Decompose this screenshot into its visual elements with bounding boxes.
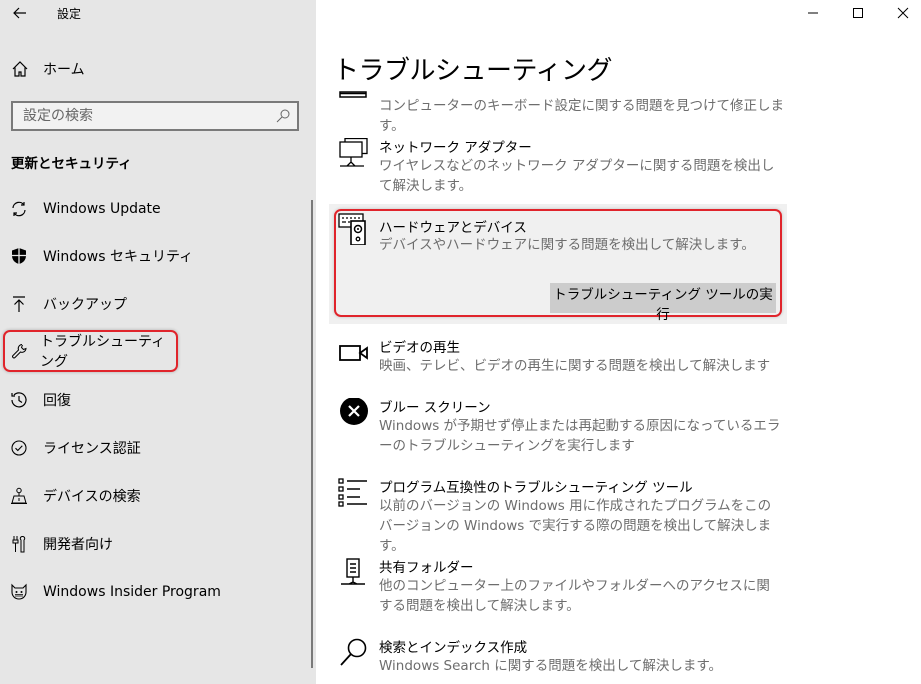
sidebar-item-backup[interactable]: バックアップ: [10, 291, 127, 317]
insider-cat-icon: [10, 583, 28, 601]
sidebar-item-find-device[interactable]: デバイスの検索: [10, 483, 141, 509]
sidebar-item-insider[interactable]: Windows Insider Program: [10, 579, 221, 605]
troubleshooter-title: ブルー スクリーン: [379, 400, 491, 416]
error-x-circle-icon: [338, 397, 370, 430]
troubleshooter-title: ビデオの再生: [379, 340, 460, 356]
troubleshooter-description: コンピューターのキーボード設定に関する問題を見つけて修正します。: [379, 98, 784, 134]
troubleshooter-description: デバイスやハードウェアに関する問題を検出して解決します。: [379, 237, 755, 253]
backup-arrow-icon: [10, 295, 28, 313]
troubleshooter-description: Windows Search に関する問題を検出して解決します。: [379, 658, 722, 674]
section-heading: 更新とセキュリティ: [11, 156, 132, 172]
program-list-icon: [338, 478, 370, 510]
developer-tools-icon: [10, 535, 28, 553]
sidebar-item-label: バックアップ: [43, 297, 127, 313]
close-icon: [897, 7, 909, 19]
hardware-devices-icon: [338, 213, 370, 246]
wrench-icon: [11, 342, 29, 360]
keyboard-icon: [338, 85, 370, 117]
close-button[interactable]: [880, 0, 921, 26]
home-icon: [10, 59, 30, 79]
find-device-icon: [10, 487, 28, 505]
network-adapter-icon: [338, 137, 370, 170]
back-arrow-icon: [13, 7, 26, 19]
app-title: 設定: [57, 7, 82, 21]
sidebar-item-recovery[interactable]: 回復: [10, 387, 71, 413]
troubleshooter-program-compatibility[interactable]: プログラム互換性のトラブルシューティング ツール 以前のバージョンの Windo…: [336, 476, 786, 554]
run-troubleshooter-button[interactable]: トラブルシューティング ツールの実行: [550, 283, 776, 323]
search-icon: [338, 638, 370, 670]
troubleshooter-network-adapter[interactable]: ネットワーク アダプター ワイヤレスなどのネットワーク アダプターに関する問題を…: [336, 136, 786, 196]
check-circle-icon: [10, 439, 28, 457]
home-label: ホーム: [43, 62, 85, 78]
video-camera-icon: [338, 338, 370, 370]
troubleshooter-description: ワイヤレスなどのネットワーク アダプターに関する問題を検出して解決します。: [379, 158, 775, 194]
troubleshooter-shared-folders[interactable]: 共有フォルダー 他のコンピューター上のファイルやフォルダーへのアクセスに関する問…: [336, 556, 786, 616]
troubleshooter-description: 映画、テレビ、ビデオの再生に関する問題を検出して解決します: [379, 358, 771, 374]
troubleshooter-video-playback[interactable]: ビデオの再生 映画、テレビ、ビデオの再生に関する問題を検出して解決します: [336, 336, 786, 376]
minimize-icon: [808, 12, 818, 14]
sync-icon: [10, 200, 28, 218]
troubleshooter-title: 検索とインデックス作成: [379, 640, 528, 656]
recovery-history-icon: [10, 391, 28, 409]
sidebar: 設定 ホーム 更新とセキュリティ Windows Update Windows …: [0, 0, 316, 684]
sidebar-item-label: 開発者向け: [43, 537, 113, 553]
sidebar-item-label: Windows Update: [43, 201, 161, 217]
troubleshooter-title: ネットワーク アダプター: [379, 140, 532, 156]
minimize-button[interactable]: [790, 0, 836, 26]
sidebar-item-label: ライセンス認証: [43, 441, 141, 457]
sidebar-item-windows-update[interactable]: Windows Update: [10, 196, 161, 222]
sidebar-item-label: トラブルシューティング: [40, 334, 166, 370]
troubleshooter-description: 他のコンピューター上のファイルやフォルダーへのアクセスに関する問題を検出して解決…: [379, 578, 770, 614]
sidebar-scrollbar[interactable]: [311, 200, 313, 668]
search-input[interactable]: [13, 103, 263, 129]
sidebar-item-label: 回復: [43, 393, 71, 409]
sidebar-item-developer[interactable]: 開発者向け: [10, 531, 113, 557]
troubleshooter-hardware-devices[interactable]: ハードウェアとデバイス デバイスやハードウェアに関する問題を検出して解決します。…: [329, 204, 787, 324]
sidebar-item-label: Windows Insider Program: [43, 584, 221, 600]
troubleshooter-keyboard[interactable]: コンピューターのキーボード設定に関する問題を見つけて修正します。: [336, 76, 786, 134]
troubleshooter-search-indexing[interactable]: 検索とインデックス作成 Windows Search に関する問題を検出して解決…: [336, 636, 786, 676]
sidebar-home[interactable]: ホーム: [10, 58, 85, 80]
sidebar-item-troubleshoot[interactable]: トラブルシューティング: [3, 330, 178, 372]
troubleshooter-blue-screen[interactable]: ブルー スクリーン Windows が予期せず停止または再起動する原因になってい…: [336, 396, 786, 456]
troubleshooter-description: 以前のバージョンの Windows 用に作成されたプログラムをこのバージョンの …: [379, 498, 772, 554]
sidebar-item-windows-security[interactable]: Windows セキュリティ: [10, 243, 193, 269]
maximize-icon: [853, 8, 863, 18]
troubleshooter-title: プログラム互換性のトラブルシューティング ツール: [379, 480, 693, 496]
settings-search[interactable]: [11, 101, 299, 131]
shield-icon: [10, 247, 28, 265]
maximize-button[interactable]: [835, 0, 881, 26]
troubleshooter-title: 共有フォルダー: [379, 560, 474, 576]
sidebar-item-label: デバイスの検索: [43, 489, 141, 505]
search-icon[interactable]: [275, 108, 291, 124]
sidebar-item-activation[interactable]: ライセンス認証: [10, 435, 141, 461]
shared-folder-icon: [338, 558, 370, 590]
troubleshooter-title: ハードウェアとデバイス: [379, 220, 527, 236]
sidebar-item-label: Windows セキュリティ: [43, 249, 194, 265]
troubleshooter-description: Windows が予期せず停止または再起動する原因になっているエラーのトラブルシ…: [379, 418, 781, 454]
back-button[interactable]: [10, 3, 30, 23]
